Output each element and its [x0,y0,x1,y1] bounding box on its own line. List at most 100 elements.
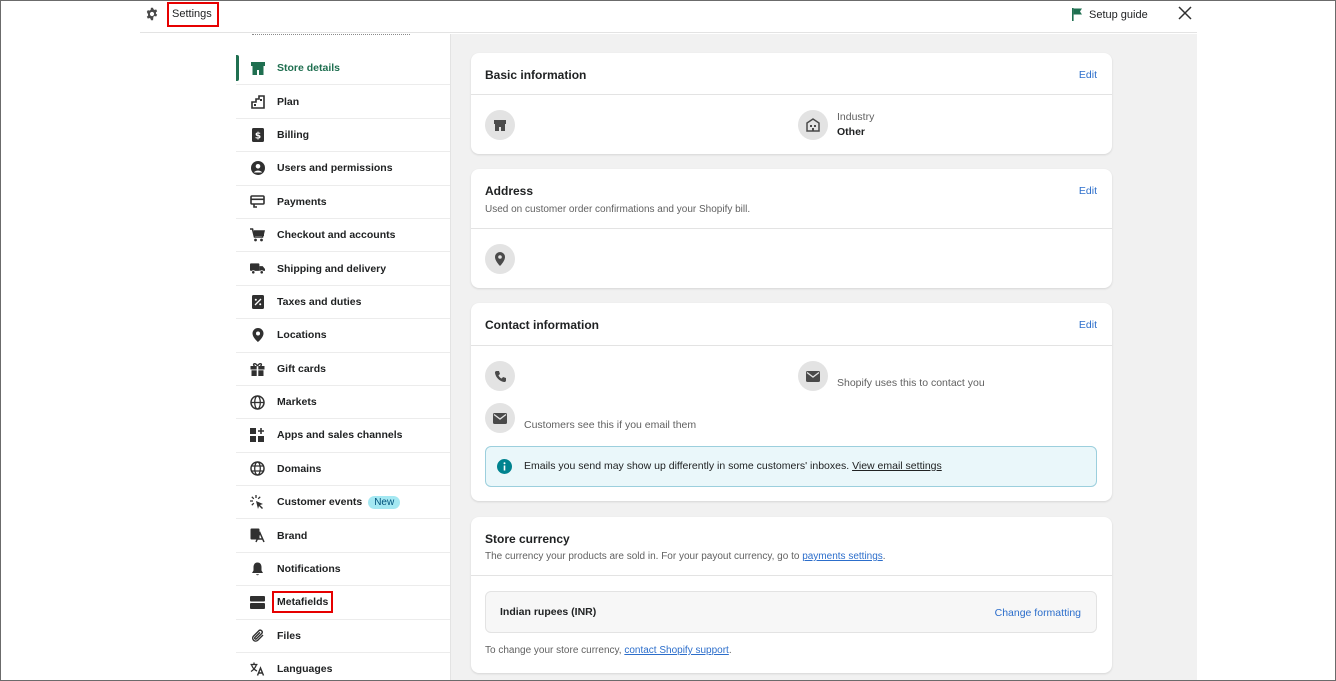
sidebar-item-label: Taxes and duties [277,295,362,308]
sidebar-item-metafields[interactable]: Metafields [236,586,450,620]
store-email-note: Shopify uses this to contact you [837,377,985,389]
sidebar-item-domains[interactable]: Domains [236,453,450,487]
sender-email-icon [485,403,515,433]
globe-icon [250,394,265,410]
sidebar-item-label: Notifications [277,563,341,576]
store-icon [485,110,515,140]
phone-icon [485,361,515,391]
store-currency-card: Store currency The currency your product… [471,517,1112,673]
store-email-icon [798,361,828,391]
sidebar-item-gift-cards[interactable]: Gift cards [236,353,450,386]
currency-subtitle-text: The currency your products are sold in. … [485,551,803,562]
sidebar-item-customer-events[interactable]: Customer events New [236,486,450,520]
paperclip-icon [250,628,265,643]
contact-edit-link[interactable]: Edit [1079,319,1097,331]
basic-information-card: Basic information Edit Industry Other [471,53,1112,154]
bell-icon [250,562,265,577]
sidebar-item-locations[interactable]: Locations [236,319,450,353]
sender-email-note: Customers see this if you email them [524,419,697,431]
brand-icon [250,528,265,543]
address-edit-link[interactable]: Edit [1079,185,1097,197]
gift-icon [250,361,265,376]
card-divider [471,94,1112,95]
store-currency-title: Store currency [485,532,570,546]
sidebar-item-label: Languages [277,663,333,676]
translate-icon [250,662,265,677]
sidebar-item-label: Gift cards [277,362,327,375]
contact-shopify-support-link[interactable]: contact Shopify support [624,645,729,656]
email-info-text-wrap: Emails you send may show up differently … [524,460,942,472]
sidebar-item-billing[interactable]: $ Billing [236,119,450,153]
sidebar-item-languages[interactable]: Languages [236,653,450,681]
sidebar-item-label: Locations [277,329,327,342]
basic-information-edit-link[interactable]: Edit [1079,69,1097,81]
email-info-banner: Emails you send may show up differently … [485,446,1097,487]
industry-label: Industry [837,111,875,123]
svg-text:$: $ [254,131,260,141]
top-bar: Settings Setup guide [140,0,1197,33]
sidebar-list: Store details Plan $ Billing Users and permi… [236,52,450,681]
flag-icon [1072,8,1082,21]
industry-value: Other [837,126,866,138]
address-subtitle: Used on customer order confirmations and… [485,204,751,215]
metafields-icon [250,595,265,610]
sidebar-item-plan[interactable]: Plan [236,85,450,119]
sidebar-item-files[interactable]: Files [236,620,450,654]
sidebar-item-label: Plan [277,95,300,108]
location-pin-icon [250,328,265,343]
sidebar-item-label: Shipping and delivery [277,262,387,275]
sidebar-item-notifications[interactable]: Notifications [236,553,450,587]
store-icon [250,61,265,76]
payments-settings-link[interactable]: payments settings [802,551,883,562]
cart-icon [250,228,265,243]
new-badge: New [368,495,401,509]
sidebar-item-brand[interactable]: Brand [236,519,450,553]
sidebar-item-store-details[interactable]: Store details [236,52,450,86]
sidebar-item-label: Markets [277,396,317,409]
user-icon [250,161,265,176]
currency-footer: To change your store currency, contact S… [485,645,732,656]
sidebar-item-payments[interactable]: Payments [236,186,450,219]
currency-box: Indian rupees (INR) Change formatting [485,591,1097,633]
contact-information-card: Contact information Edit Shopify uses th… [471,303,1112,501]
sidebar-item-label: Payments [277,195,327,208]
sidebar-item-shipping-and-delivery[interactable]: Shipping and delivery [236,252,450,286]
store-currency-subtitle: The currency your products are sold in. … [485,551,886,562]
sidebar-item-taxes-and-duties[interactable]: Taxes and duties [236,286,450,320]
sidebar-item-label: Customer events [277,496,363,509]
change-formatting-link[interactable]: Change formatting [995,607,1081,619]
billing-icon: $ [250,127,265,142]
card-divider [471,228,1112,229]
close-icon[interactable] [1178,6,1192,20]
settings-sidebar: Store details Plan $ Billing Users and permi… [236,34,451,681]
setup-guide-button[interactable]: Setup guide [1072,8,1148,21]
sidebar-item-users-and-permissions[interactable]: Users and permissions [236,152,450,186]
left-gutter [140,34,236,681]
sidebar-item-label: Domains [277,462,322,475]
sidebar-item-markets[interactable]: Markets [236,386,450,420]
sidebar-scroll-remnant [252,34,410,35]
currency-footer-suffix: . [728,645,732,656]
currency-value: Indian rupees (INR) [500,606,597,618]
setup-guide-label: Setup guide [1089,8,1148,21]
sidebar-item-apps-and-sales-channels[interactable]: Apps and sales channels [236,419,450,453]
tax-icon [250,294,265,309]
page-title: Settings [167,2,219,27]
card-divider [471,575,1112,576]
plan-icon [250,94,265,109]
currency-footer-text: To change your store currency, [485,645,625,656]
sidebar-item-label: Checkout and accounts [277,229,396,242]
sidebar-item-label: Brand [277,529,308,542]
sidebar-item-checkout-and-accounts[interactable]: Checkout and accounts [236,219,450,253]
sidebar-item-label: Apps and sales channels [277,429,403,442]
sidebar-item-label: Store details [277,62,341,75]
apps-icon [250,427,265,443]
truck-icon [250,261,265,276]
payments-icon [250,194,265,209]
sidebar-item-label: Files [277,629,301,642]
view-email-settings-link[interactable]: View email settings [852,460,942,472]
address-title: Address [485,184,534,198]
sidebar-item-label: Billing [277,128,310,141]
cursor-click-icon [250,494,265,510]
basic-information-title: Basic information [485,68,587,82]
